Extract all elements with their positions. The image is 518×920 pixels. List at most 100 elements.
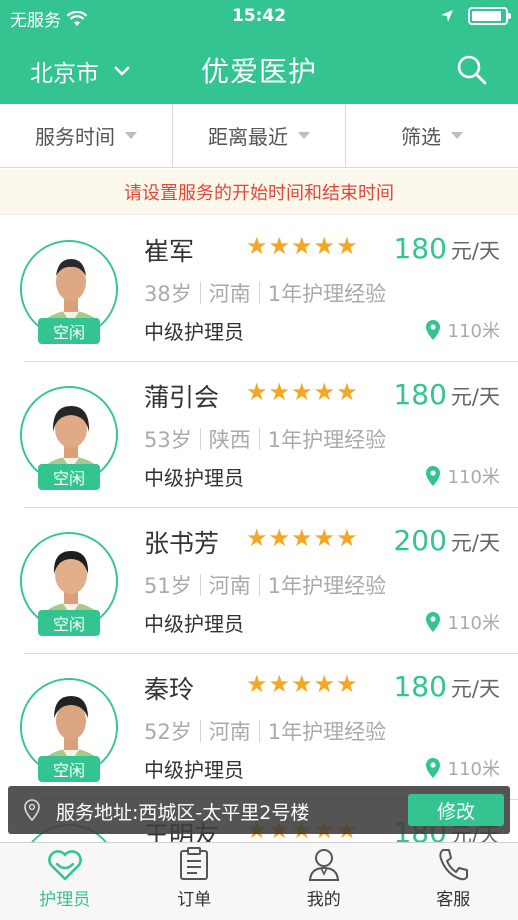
separator [199, 574, 201, 596]
age: 38岁 [144, 282, 192, 306]
service-address-bar: 服务地址:西城区-太平里2号楼 修改 [8, 786, 510, 834]
status-badge: 空闲 [38, 756, 100, 782]
edit-address-button[interactable]: 修改 [408, 794, 504, 826]
caregiver-card[interactable]: 空闲 蒲引会 ★★★★★ 180 元/天 53岁 陕西 1年护理经验 中级护理员 … [0, 362, 518, 508]
tab-label: 我的 [306, 890, 341, 910]
status-bar: 无服务 15:42 [0, 0, 518, 34]
tab-label: 客服 [436, 890, 471, 910]
price-value: 180 [393, 232, 447, 265]
origin: 河南 [208, 574, 251, 598]
filter-service-time[interactable]: 服务时间 [0, 104, 172, 167]
price-unit: 元/天 [450, 385, 500, 409]
experience: 1年护理经验 [267, 720, 387, 744]
caregiver-name: 崔军 [144, 237, 195, 266]
page-title-text: 优爱医护 [200, 55, 317, 88]
caregiver-card[interactable]: 空闲 崔军 ★★★★★ 180 元/天 38岁 河南 1年护理经验 中级护理员 1… [0, 216, 518, 362]
tab-mine[interactable]: 我的 [259, 843, 389, 920]
caregiver-info: 52岁 河南 1年护理经验 [144, 716, 386, 746]
caregiver-level: 中级护理员 [144, 320, 244, 344]
price-value: 180 [393, 670, 447, 703]
price-unit: 元/天 [450, 677, 500, 701]
location-pin-icon [425, 466, 440, 486]
price: 180元/天 [393, 670, 500, 703]
age: 52岁 [144, 720, 192, 744]
dropdown-triangle-icon [125, 132, 137, 139]
status-badge: 空闲 [38, 464, 100, 490]
rating-stars: ★★★★★ [246, 378, 359, 406]
caregiver-name: 秦玲 [144, 675, 195, 704]
filter-more[interactable]: 筛选 [345, 104, 518, 167]
distance-value: 110米 [447, 321, 500, 342]
battery-fill [472, 11, 501, 21]
distance: 110米 [425, 755, 500, 781]
rating-stars: ★★★★★ [246, 232, 359, 260]
chevron-down-icon [114, 66, 130, 76]
price: 200 元/天 [393, 524, 500, 557]
caregiver-list[interactable]: 空闲 崔军 ★★★★★ 180 元/天 38岁 河南 1年护理经验 中级护理员 1… [0, 216, 518, 842]
separator [258, 574, 260, 596]
caregiver-info: 38岁 河南 1年护理经验 [144, 278, 386, 308]
tab-caregivers[interactable]: 护理员 [0, 843, 130, 920]
distance-value: 110米 [447, 613, 500, 634]
nav-bar: 北京市 优爱医护 [0, 34, 518, 104]
separator [258, 428, 260, 450]
tab-label: 护理员 [39, 890, 91, 910]
status-right [440, 7, 511, 25]
age: 53岁 [144, 428, 192, 452]
phone-icon [439, 849, 469, 881]
distance: 110米 [425, 609, 500, 635]
separator [199, 282, 201, 304]
filter-label: 距离最近 [208, 125, 288, 149]
distance-value: 110米 [447, 759, 500, 780]
origin: 河南 [208, 720, 251, 744]
tab-orders[interactable]: 订单 [130, 843, 260, 920]
filter-distance[interactable]: 距离最近 [172, 104, 345, 167]
distance-value: 110米 [447, 467, 500, 488]
caregiver-card[interactable]: 空闲 秦玲 ★★★★★ 180 元/天 52岁 河南 1年护理经验 中级护理员 1… [0, 654, 518, 800]
separator [199, 428, 201, 450]
experience: 1年护理经验 [267, 428, 387, 452]
separator [258, 282, 260, 304]
search-icon[interactable] [454, 52, 490, 88]
price-value: 180 [393, 378, 447, 411]
city-label: 北京市 [30, 61, 99, 87]
service-address: 服务地址:西城区-太平里2号楼 [56, 802, 310, 824]
caregiver-name: 蒲引会 [144, 383, 220, 412]
clipboard-icon [180, 847, 209, 880]
tab-customer-service[interactable]: 客服 [389, 843, 518, 920]
caregiver-level: 中级护理员 [144, 466, 244, 490]
experience: 1年护理经验 [267, 574, 387, 598]
separator [258, 720, 260, 742]
price-value: 200 [393, 524, 447, 557]
location-pin-outline-icon [24, 799, 40, 821]
filter-bar: 服务时间 距离最近 筛选 [0, 104, 518, 168]
user-icon [308, 849, 339, 881]
dropdown-triangle-icon [298, 132, 310, 139]
filter-label: 服务时间 [35, 125, 115, 149]
location-pin-icon [425, 612, 440, 632]
origin: 陕西 [208, 428, 251, 452]
caregiver-info: 51岁 河南 1年护理经验 [144, 570, 386, 600]
header: 无服务 15:42 北京市 优爱医护 [0, 0, 518, 104]
caregiver-name: 张书芳 [144, 529, 220, 558]
experience: 1年护理经验 [267, 282, 387, 306]
location-pin-icon [425, 758, 440, 778]
heart-person-icon [47, 850, 82, 881]
distance: 110米 [425, 317, 500, 343]
status-badge: 空闲 [38, 610, 100, 636]
time-notice[interactable]: 请设置服务的开始时间和结束时间 [0, 169, 518, 215]
origin: 河南 [208, 282, 251, 306]
location-arrow-icon [441, 10, 453, 22]
separator [199, 720, 201, 742]
caregiver-card[interactable]: 空闲 张书芳 ★★★★★ 200 元/天 51岁 河南 1年护理经验 中级护理员 … [0, 508, 518, 654]
price: 180元/天 [393, 378, 500, 411]
distance: 110米 [425, 463, 500, 489]
price-unit: 元/天 [450, 239, 500, 263]
filter-label: 筛选 [401, 125, 441, 149]
location-pin-icon [425, 320, 440, 340]
age: 51岁 [144, 574, 192, 598]
city-selector[interactable]: 北京市 [30, 54, 131, 88]
tab-label: 订单 [177, 890, 212, 910]
status-badge: 空闲 [38, 318, 100, 344]
caregiver-level: 中级护理员 [144, 758, 244, 782]
